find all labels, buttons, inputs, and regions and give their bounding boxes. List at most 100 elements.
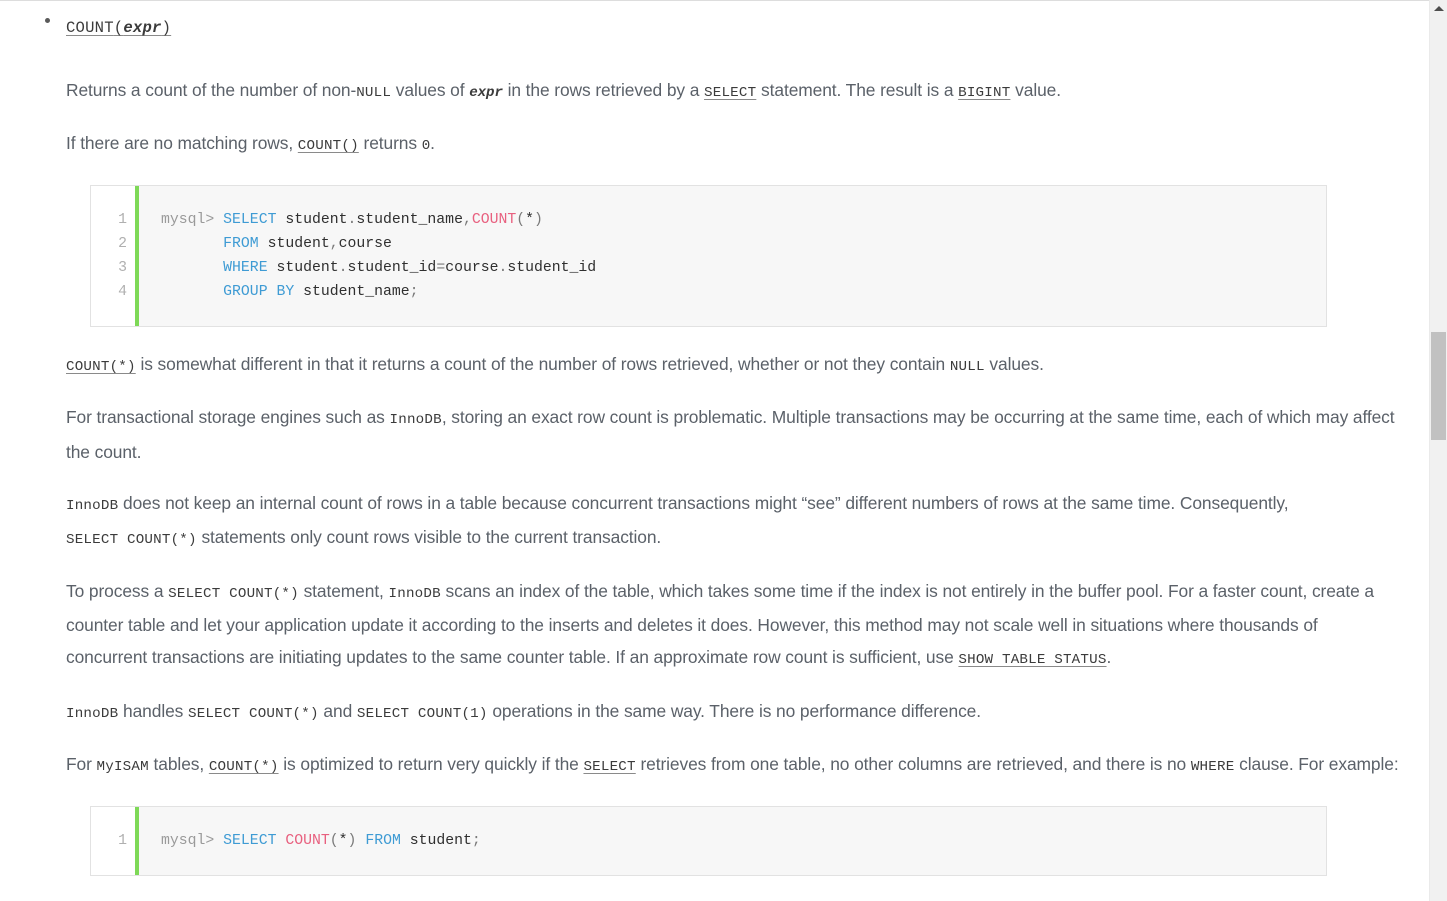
- code-token-identifier: [356, 833, 365, 849]
- paragraph-1-wrap: Returns a count of the number of non-NUL…: [0, 75, 1400, 110]
- paragraph-5-wrap: InnoDB does not keep an internal count o…: [0, 488, 1400, 557]
- count-open-paren-link[interactable]: (: [114, 19, 124, 37]
- p2-text-2: returns: [358, 133, 422, 154]
- p4-text-1: For transactional storage engines such a…: [66, 407, 390, 428]
- p1-text-2: values of: [391, 79, 470, 100]
- bullet-icon: [45, 18, 50, 23]
- code-token-punctuation: (: [516, 211, 526, 228]
- code-select-count-star: SELECT COUNT(*): [168, 585, 299, 602]
- p3-text-1: is somewhat different in that it returns…: [135, 353, 950, 374]
- bigint-link[interactable]: BIGINT: [958, 85, 1010, 101]
- code-token-keyword: FROM: [365, 832, 401, 849]
- documentation-viewport: COUNT(expr) Returns a count of the numbe…: [0, 0, 1447, 901]
- code-token-identifier: student_name: [294, 283, 410, 300]
- paragraph-no-matching-rows: If there are no matching rows, COUNT() r…: [66, 128, 1400, 163]
- code-token-identifier: student_name: [356, 211, 463, 228]
- p5-text-1: does not keep an internal count of rows …: [118, 492, 1289, 513]
- paragraph-3-wrap: COUNT(*) is somewhat different in that i…: [0, 349, 1400, 384]
- p7-text-2: and: [318, 700, 357, 721]
- count-expr-arg-link[interactable]: expr: [123, 19, 161, 37]
- code-token-identifier: student_id: [507, 259, 597, 276]
- code-token-punctuation: .: [338, 259, 348, 276]
- code-block-count-star[interactable]: 1 mysql> SELECT COUNT(*) FROM student;: [90, 805, 1327, 876]
- p1-text-1: Returns a count of the number of non-: [66, 79, 357, 100]
- p8-text-2: tables,: [148, 754, 209, 775]
- expr-argument: expr: [123, 19, 162, 37]
- line-number: 2: [118, 235, 127, 252]
- code-null: NULL: [356, 84, 392, 101]
- code-token-identifier: student: [267, 259, 339, 276]
- code-token-identifier: course: [445, 259, 499, 276]
- scrollbar-thumb[interactable]: [1431, 332, 1446, 440]
- code-token-function: COUNT: [285, 832, 330, 849]
- line-number: 3: [118, 259, 127, 276]
- select-link[interactable]: SELECT: [583, 759, 635, 775]
- code-token-prompt: [161, 236, 223, 252]
- code-innodb: InnoDB: [66, 705, 119, 722]
- code-token-identifier: course: [338, 235, 392, 252]
- count-function-link[interactable]: COUNT: [66, 19, 114, 37]
- code-token-punctuation: ;: [471, 832, 481, 849]
- paragraph-6-wrap: To process a SELECT COUNT(*) statement, …: [0, 576, 1400, 677]
- function-signature-list-item: COUNT(expr): [0, 5, 1400, 45]
- code-innodb: InnoDB: [389, 412, 442, 429]
- p6-text-2: statement,: [298, 580, 389, 601]
- paragraph-count-star-different: COUNT(*) is somewhat different in that i…: [66, 349, 1400, 384]
- code-expr: expr: [469, 84, 503, 101]
- p6-text-1: To process a: [66, 580, 169, 601]
- code-token-keyword: FROM: [223, 235, 259, 252]
- code-select-count-star: SELECT COUNT(*): [187, 705, 319, 722]
- vertical-scrollbar[interactable]: [1429, 0, 1447, 901]
- p5-text-2: statements only count rows visible to th…: [196, 527, 662, 548]
- code-token-identifier: *: [525, 211, 535, 228]
- code-select-count-one: SELECT COUNT(1): [356, 705, 488, 722]
- code-token-identifier: student: [258, 235, 330, 252]
- count-empty-link[interactable]: COUNT(): [298, 138, 359, 154]
- line-number: 1: [118, 211, 127, 228]
- code-token-identifier: student_id: [347, 259, 437, 276]
- paragraph-2-wrap: If there are no matching rows, COUNT() r…: [0, 128, 1400, 163]
- p8-text-5: clause. For example:: [1234, 754, 1399, 775]
- code-token-punctuation: ;: [409, 283, 419, 300]
- paragraph-innodb-no-internal-count: InnoDB does not keep an internal count o…: [66, 488, 1400, 557]
- count-star-link[interactable]: COUNT(*): [66, 359, 136, 375]
- p1-text-5: value.: [1010, 79, 1061, 100]
- code-token-prompt: mysql>: [161, 832, 224, 849]
- code-token-punctuation: =: [436, 259, 446, 276]
- code-innodb: InnoDB: [388, 585, 441, 602]
- p8-text-1: For: [66, 754, 97, 775]
- p3-text-2: values.: [984, 353, 1044, 374]
- select-link[interactable]: SELECT: [704, 85, 756, 101]
- paragraph-7-wrap: InnoDB handles SELECT COUNT(*) and SELEC…: [0, 696, 1400, 731]
- paragraph-transactional-engines: For transactional storage engines such a…: [66, 402, 1400, 468]
- code-content[interactable]: mysql> SELECT COUNT(*) FROM student;: [139, 807, 1326, 875]
- line-number: 1: [118, 832, 127, 849]
- code-line: mysql> SELECT COUNT(*) FROM student;: [161, 829, 1326, 853]
- p2-text-1: If there are no matching rows,: [66, 133, 298, 154]
- code-token-punctuation: (: [329, 832, 339, 849]
- code-token-prompt: [161, 260, 223, 276]
- code-myisam: MyISAM: [96, 759, 149, 776]
- code-token-function: COUNT: [471, 211, 517, 228]
- code-token-keyword: GROUP BY: [223, 283, 295, 300]
- p7-text-1: handles: [118, 700, 188, 721]
- code-token-identifier: student: [276, 211, 348, 228]
- code-where: WHERE: [1190, 759, 1235, 776]
- function-signature: COUNT(expr): [66, 5, 1400, 45]
- count-star-link[interactable]: COUNT(*): [209, 759, 279, 775]
- line-number-gutter: 1: [91, 806, 139, 875]
- count-close-paren-link[interactable]: ): [162, 19, 172, 37]
- code-content[interactable]: mysql> SELECT student.student_name,COUNT…: [139, 186, 1326, 326]
- show-table-status-link[interactable]: SHOW TABLE STATUS: [958, 652, 1106, 668]
- code-token-punctuation: ,: [462, 211, 472, 228]
- p8-text-4: retrieves from one table, no other colum…: [635, 754, 1191, 775]
- p2-text-3: .: [430, 133, 435, 154]
- p8-text-3: is optimized to return very quickly if t…: [278, 754, 584, 775]
- scroll-up-arrow-icon[interactable]: [1430, 0, 1447, 17]
- code-block-group-by[interactable]: 1234 mysql> SELECT student.student_name,…: [90, 184, 1327, 327]
